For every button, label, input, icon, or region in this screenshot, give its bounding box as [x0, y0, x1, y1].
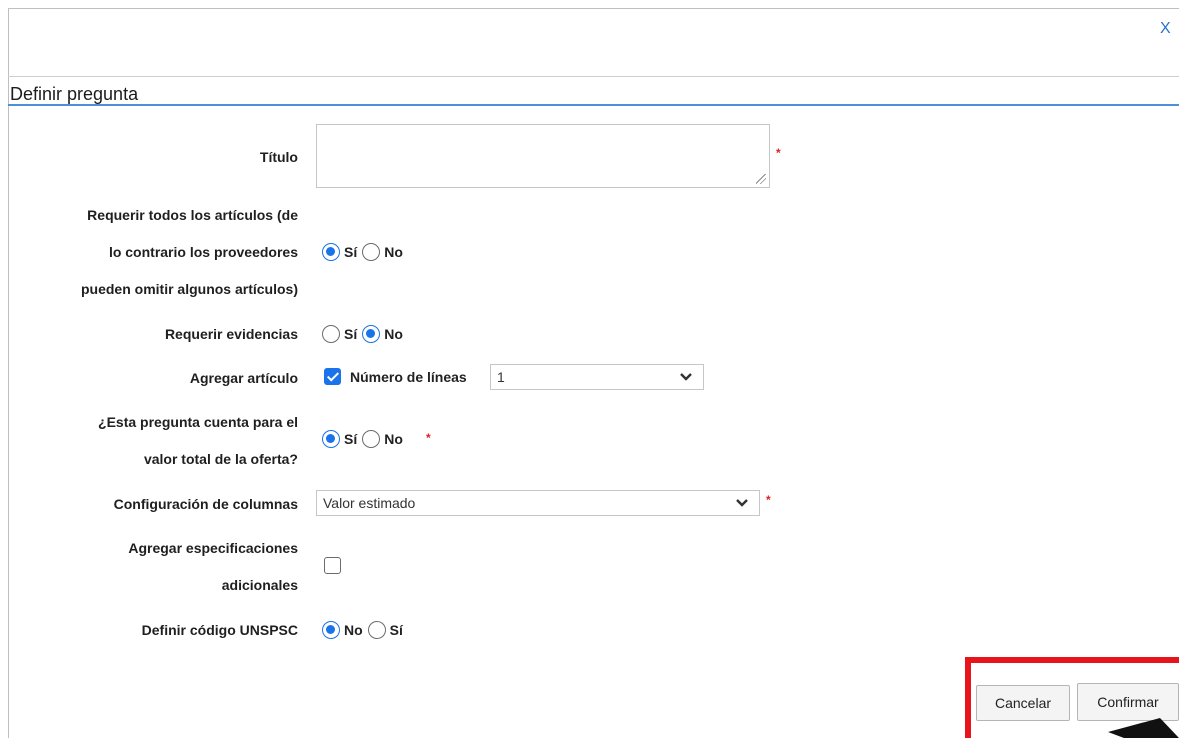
agregar-articulo-label: Agregar artículo: [189, 370, 298, 386]
resize-grip-icon[interactable]: [756, 174, 766, 184]
requerir-todos-si-radio[interactable]: [322, 243, 340, 261]
requerir-todos-no-label: No: [384, 244, 403, 260]
requerir-todos-label-line2: lo contrario los proveedores: [108, 244, 298, 260]
cuenta-valor-label-line2: valor total de la oferta?: [143, 451, 298, 467]
numero-lineas-label: Número de líneas: [350, 368, 467, 385]
codigo-unspsc-radio-group: No Sí: [322, 621, 408, 639]
especificaciones-checkbox[interactable]: [324, 557, 341, 574]
requerir-evidencias-si-radio[interactable]: [322, 325, 340, 343]
chevron-down-icon: [680, 373, 692, 381]
requerir-evidencias-si-label: Sí: [344, 326, 358, 342]
requerir-evidencias-radio-group: Sí No: [322, 325, 408, 343]
requerir-evidencias-label: Requerir evidencias: [164, 326, 298, 342]
cuenta-valor-label-line1: ¿Esta pregunta cuenta para el: [98, 414, 298, 430]
required-marker-configuracion: *: [766, 493, 771, 507]
especificaciones-label-line1: Agregar especificaciones: [128, 540, 298, 556]
cuenta-valor-si-radio[interactable]: [322, 430, 340, 448]
header-divider: [8, 76, 1179, 77]
codigo-unspsc-no-label: No: [344, 622, 363, 638]
codigo-unspsc-label: Definir código UNSPSC: [141, 622, 298, 638]
requerir-evidencias-no-radio[interactable]: [362, 325, 381, 343]
title-underline: [8, 104, 1179, 106]
dialog-title: Definir pregunta: [10, 84, 139, 104]
close-button[interactable]: X: [1160, 20, 1171, 38]
pointer-arrow-icon: [1108, 718, 1179, 738]
cuenta-valor-no-radio[interactable]: [362, 430, 381, 448]
cuenta-valor-radio-group: Sí No: [322, 430, 408, 448]
codigo-unspsc-no-radio[interactable]: [322, 621, 340, 639]
numero-lineas-value: 1: [497, 369, 505, 385]
configuracion-columnas-label: Configuración de columnas: [113, 496, 298, 512]
titulo-textarea[interactable]: [316, 124, 770, 188]
agregar-articulo-group: Número de líneas: [324, 368, 469, 385]
codigo-unspsc-si-label: Sí: [389, 622, 403, 638]
cuenta-valor-no-label: No: [384, 431, 403, 447]
numero-lineas-select[interactable]: 1: [490, 364, 704, 390]
requerir-todos-label-line1: Requerir todos los artículos (de: [87, 207, 298, 223]
requerir-todos-no-radio[interactable]: [362, 243, 381, 261]
requerir-todos-si-label: Sí: [344, 244, 358, 260]
configuracion-columnas-select[interactable]: Valor estimado: [316, 490, 760, 516]
configuracion-columnas-value: Valor estimado: [323, 495, 416, 511]
cuenta-valor-si-label: Sí: [344, 431, 358, 447]
titulo-label: Título: [259, 149, 298, 165]
required-marker-cuenta-valor: *: [426, 431, 431, 445]
chevron-down-icon: [736, 499, 748, 507]
especificaciones-label-line2: adicionales: [221, 577, 298, 593]
required-marker-titulo: *: [776, 146, 781, 160]
requerir-todos-label-line3: pueden omitir algunos artículos): [80, 281, 298, 297]
requerir-evidencias-no-label: No: [384, 326, 403, 342]
codigo-unspsc-si-radio[interactable]: [367, 621, 386, 639]
agregar-articulo-checkbox[interactable]: [324, 368, 341, 385]
requerir-todos-radio-group: Sí No: [322, 243, 408, 261]
